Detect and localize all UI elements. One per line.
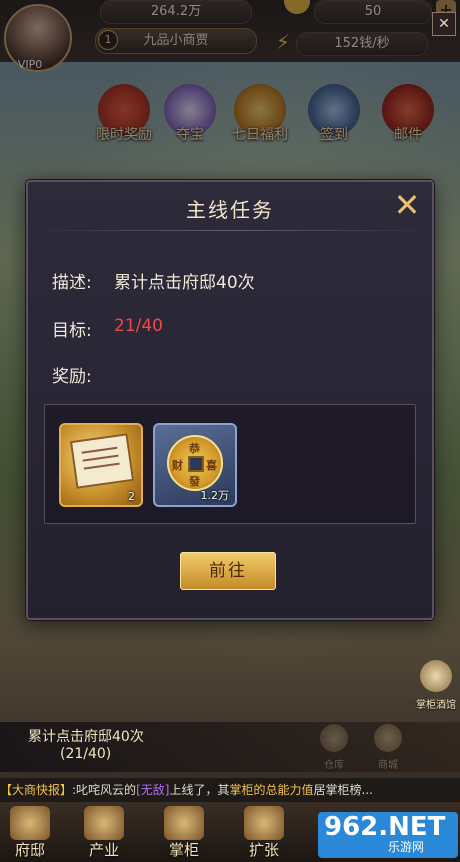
ticker-text: 居掌柜榜... bbox=[313, 783, 373, 797]
desc-label: 描述: bbox=[52, 273, 92, 293]
nav-label: 掌柜 bbox=[168, 841, 199, 859]
main-quest-dialog: 主线任务 ✕ 描述: 累计点击府邸40次 目标: 21/40 奖励: 2 恭 喜… bbox=[26, 180, 434, 620]
ticker-tag: 【大商快报】 bbox=[0, 783, 73, 797]
nav-manager[interactable]: 掌柜 bbox=[154, 802, 214, 862]
nav-industry[interactable]: 产业 bbox=[74, 802, 134, 862]
ticker-name: [无敌] bbox=[136, 783, 170, 797]
pavilion-icon bbox=[244, 806, 284, 840]
mansion-icon bbox=[10, 806, 50, 840]
reward-label: 奖励: bbox=[52, 367, 92, 387]
book-icon bbox=[69, 433, 135, 489]
tavern-icon bbox=[420, 660, 452, 692]
copper-coin-icon: 恭 喜 發 财 bbox=[167, 435, 223, 491]
reward-item-coin[interactable]: 恭 喜 發 财 1.2万 bbox=[153, 423, 237, 507]
desc-value: 累计点击府邸40次 bbox=[114, 273, 255, 293]
watermark-text: 乐游网 bbox=[388, 840, 425, 854]
quest-close-button[interactable]: ✕ bbox=[432, 12, 456, 36]
nav-label: 产业 bbox=[88, 841, 119, 859]
coin-char: 發 bbox=[189, 475, 200, 488]
goal-value: 21/40 bbox=[114, 316, 163, 336]
nav-mansion[interactable]: 府邸 bbox=[0, 802, 60, 862]
reward-box: 2 恭 喜 發 财 1.2万 bbox=[44, 404, 416, 524]
nav-label: 扩张 bbox=[248, 841, 279, 859]
coin-hole bbox=[188, 456, 204, 472]
ticker-highlight: 掌柜的总能力值 bbox=[229, 783, 314, 797]
ticker-text: 上线了，其 bbox=[169, 783, 230, 797]
news-ticker: 【大商快报】:叱咤风云的[无敌]上线了，其掌柜的总能力值居掌柜榜... bbox=[0, 778, 460, 802]
nav-label: 府邸 bbox=[14, 841, 45, 859]
nav-expand[interactable]: 扩张 bbox=[234, 802, 294, 862]
money-bag-icon bbox=[84, 806, 124, 840]
title-divider bbox=[28, 230, 432, 231]
side-tavern[interactable]: 掌柜酒馆 bbox=[410, 660, 460, 716]
item-count: 1.2万 bbox=[200, 489, 230, 502]
dialog-title: 主线任务 bbox=[186, 198, 274, 222]
item-count: 2 bbox=[128, 490, 135, 503]
goal-label: 目标: bbox=[52, 321, 92, 341]
site-watermark: 962.NET 乐游网 bbox=[318, 812, 458, 858]
quest-text: 累计点击府邸40次 bbox=[28, 729, 144, 745]
manager-icon bbox=[164, 806, 204, 840]
reward-item-book[interactable]: 2 bbox=[59, 423, 143, 507]
quest-progress: (21/40) bbox=[60, 746, 112, 762]
coin-char: 恭 bbox=[189, 442, 200, 455]
go-button[interactable]: 前往 bbox=[180, 552, 276, 590]
watermark-logo: 962.NET bbox=[324, 812, 446, 842]
close-button[interactable]: ✕ bbox=[388, 186, 426, 224]
side-label: 掌柜酒馆 bbox=[416, 700, 456, 711]
quest-tracker[interactable]: 累计点击府邸40次 (21/40) bbox=[0, 722, 460, 772]
coin-char: 财 bbox=[172, 459, 183, 472]
ticker-text: :叱咤风云的 bbox=[72, 783, 137, 797]
coin-char: 喜 bbox=[206, 459, 217, 472]
